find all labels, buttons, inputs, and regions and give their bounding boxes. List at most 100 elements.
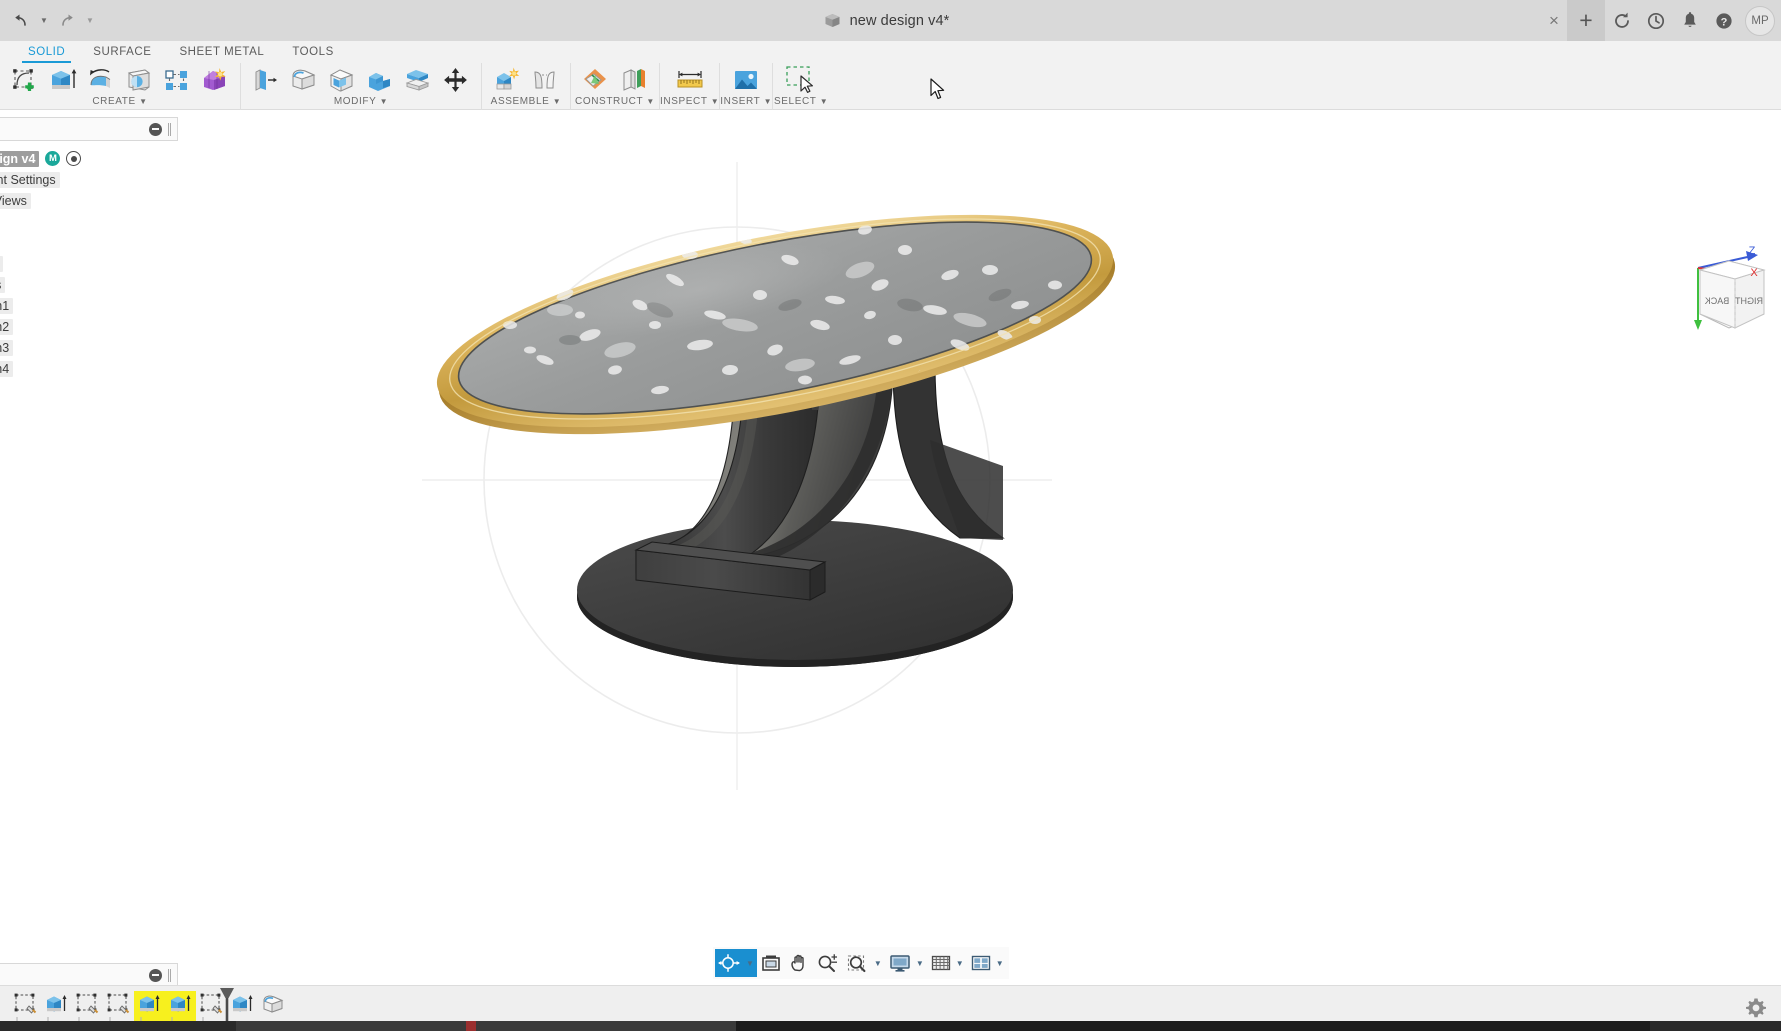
help-question-icon[interactable]: ? <box>1707 0 1741 41</box>
timeline-playhead-icon[interactable] <box>217 987 239 1025</box>
move-copy-icon[interactable] <box>437 63 475 96</box>
view-cube[interactable]: BACK RIGHT X Z <box>1680 240 1778 340</box>
loft-icon[interactable] <box>196 63 234 96</box>
taskbar-segment <box>236 1021 466 1031</box>
select-tools <box>773 63 829 96</box>
browser-item-document-settings[interactable]: Document Settings <box>0 169 178 190</box>
display-settings-dropdown-caret-icon[interactable]: ▼ <box>915 949 927 977</box>
viewcube-face-back-label: BACK <box>1705 296 1730 306</box>
split-face-icon[interactable] <box>399 63 437 96</box>
viewcube-axis-z-label: Z <box>1749 245 1756 257</box>
browser-item-origin[interactable]: Origin <box>0 211 178 232</box>
grid-snap-icon[interactable] <box>927 949 955 977</box>
joint-icon[interactable] <box>526 63 564 96</box>
browser-item-sketch1[interactable]: Sketch1 <box>0 295 178 316</box>
revolve-icon[interactable] <box>82 63 120 96</box>
orbit-dropdown-caret-icon[interactable]: ▼ <box>745 949 757 977</box>
fillet-icon[interactable] <box>285 63 323 96</box>
navigation-bar: ▼ ▼ ▼ <box>713 947 1009 979</box>
ribbon-tab-solid[interactable]: SOLID <box>14 41 79 63</box>
ribbon-panels: CREATE ▼ <box>0 63 1781 110</box>
svg-text:?: ? <box>1721 16 1728 28</box>
gear-icon[interactable] <box>1745 997 1767 1019</box>
browser-item-label: Sketch1 <box>0 298 13 314</box>
inspect-tools <box>665 63 715 96</box>
panel-label-create[interactable]: CREATE ▼ <box>92 96 147 110</box>
taskbar-segment <box>476 1021 736 1031</box>
pan-hand-icon[interactable] <box>785 949 813 977</box>
browser-item-named-views[interactable]: Named Views <box>0 190 178 211</box>
orbit-icon[interactable] <box>715 949 745 977</box>
avatar[interactable]: MP <box>1745 6 1775 36</box>
panel-label-inspect[interactable]: INSPECT ▼ <box>660 96 719 110</box>
press-pull-icon[interactable] <box>247 63 285 96</box>
panel-label-insert[interactable]: INSERT ▼ <box>720 96 772 110</box>
zoom-window-icon[interactable] <box>843 949 873 977</box>
panel-label-assemble[interactable]: ASSEMBLE ▼ <box>491 96 562 110</box>
rectangular-pattern-icon[interactable] <box>158 63 196 96</box>
create-tools <box>0 63 240 96</box>
ribbon-tab-surface[interactable]: SURFACE <box>79 41 165 63</box>
panel-label-modify[interactable]: MODIFY ▼ <box>334 96 388 110</box>
browser-item-sketches[interactable]: Sketches <box>0 274 178 295</box>
ribbon-tab-tools[interactable]: TOOLS <box>278 41 348 63</box>
combine-icon[interactable] <box>361 63 399 96</box>
viewports-dropdown-caret-icon[interactable]: ▼ <box>995 949 1007 977</box>
insert-image-icon[interactable] <box>727 63 765 96</box>
modify-tools <box>241 63 481 96</box>
ribbon-panel-assemble: ASSEMBLE ▼ <box>481 63 570 110</box>
material-m-icon[interactable]: M <box>45 151 60 166</box>
panel-grip-icon[interactable] <box>168 969 171 982</box>
browser-item-root[interactable]: new design v4 M <box>0 148 178 169</box>
assemble-tools <box>482 63 570 96</box>
oval-coffee-table-model[interactable] <box>0 110 1781 985</box>
panel-label-construct[interactable]: CONSTRUCT ▼ <box>575 96 655 110</box>
offset-plane-icon[interactable] <box>577 63 615 96</box>
job-status-clock-icon[interactable] <box>1639 0 1673 41</box>
zoom-window-dropdown-caret-icon[interactable]: ▼ <box>873 949 885 977</box>
select-window-icon[interactable] <box>779 63 823 96</box>
ribbon-panel-insert: INSERT ▼ <box>719 63 772 110</box>
viewports-icon[interactable] <box>967 949 995 977</box>
browser-item-bodies[interactable]: Bodies <box>0 232 178 253</box>
browser-item-sketch4[interactable]: Sketch4 <box>0 358 178 379</box>
measure-icon[interactable] <box>671 63 709 96</box>
extrude-icon[interactable] <box>44 63 82 96</box>
plane-along-path-icon[interactable] <box>615 63 653 96</box>
circle-minus-icon[interactable] <box>149 123 162 136</box>
taskbar-segment <box>0 1021 236 1031</box>
new-tab-button[interactable]: + <box>1567 0 1605 41</box>
visibility-eye-icon[interactable] <box>66 151 81 166</box>
notifications-bell-icon[interactable] <box>1673 0 1707 41</box>
construct-tools <box>571 63 659 96</box>
ribbon-tab-sheet-metal[interactable]: SHEET METAL <box>165 41 278 63</box>
browser-item-sketch3[interactable]: Sketch3 <box>0 337 178 358</box>
sweep-icon[interactable] <box>120 63 158 96</box>
grid-snap-dropdown-caret-icon[interactable]: ▼ <box>955 949 967 977</box>
undo-arrow-icon[interactable] <box>6 8 36 34</box>
display-settings-icon[interactable] <box>885 949 915 977</box>
design-canvas[interactable]: BACK RIGHT X Z <box>0 110 1781 985</box>
undo-dropdown-caret-icon[interactable]: ▼ <box>38 8 50 34</box>
document-tab-strip: new design v4* <box>232 0 1541 41</box>
os-taskbar-strip <box>0 1021 1781 1031</box>
browser-item-sketch2[interactable]: Sketch2 <box>0 316 178 337</box>
redo-dropdown-caret-icon[interactable]: ▼ <box>84 8 96 34</box>
panel-label-select[interactable]: SELECT ▼ <box>774 96 828 110</box>
new-component-icon[interactable] <box>488 63 526 96</box>
shell-icon[interactable] <box>323 63 361 96</box>
browser-item-body2[interactable]: Body2 <box>0 253 178 274</box>
close-tab-button[interactable]: × <box>1541 0 1567 41</box>
refresh-icon[interactable] <box>1605 0 1639 41</box>
pan-fit-icon[interactable] <box>757 949 785 977</box>
ribbon-panel-create: CREATE ▼ <box>0 63 240 110</box>
panel-grip-icon[interactable] <box>168 123 171 136</box>
ribbon-panel-construct: CONSTRUCT ▼ <box>570 63 659 110</box>
zoom-magnifier-icon[interactable] <box>813 949 843 977</box>
create-sketch-icon[interactable] <box>6 63 44 96</box>
document-tab-label: new design v4* <box>850 13 950 29</box>
circle-minus-icon[interactable] <box>149 969 162 982</box>
redo-arrow-icon[interactable] <box>52 8 82 34</box>
timeline-feature-fillet[interactable] <box>258 991 289 1023</box>
document-tab[interactable]: new design v4* <box>824 13 950 29</box>
